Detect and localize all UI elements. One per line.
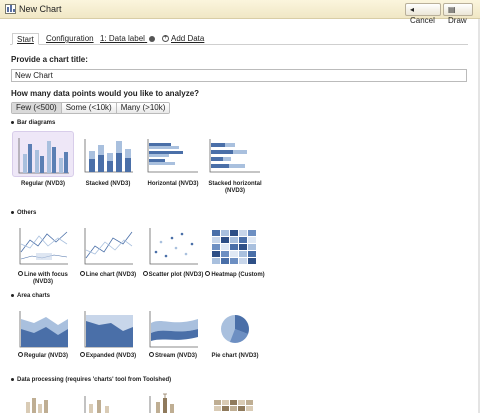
chart-option-processing-2[interactable] <box>77 392 139 413</box>
data-points-prompt: How many data points would you like to a… <box>11 89 200 98</box>
chart-option-line-with-focus[interactable]: Line with focus (NVD3) <box>12 222 74 290</box>
scatter-plot-thumbnail <box>142 222 204 268</box>
area-expanded-text: Expanded (NVD3) <box>85 353 137 360</box>
bar-stacked-horizontal-thumbnail <box>204 131 266 177</box>
section-data-processing-label: Data processing (requires 'charts' tool … <box>17 377 172 383</box>
chart-option-bar-stacked[interactable]: Stacked (NVD3) <box>77 131 139 193</box>
cancel-label: Cancel <box>410 16 435 25</box>
tab-data-label[interactable]: 1: Data label <box>96 33 159 45</box>
chart-option-processing-1[interactable] <box>12 392 74 413</box>
magnifier-icon <box>79 271 85 276</box>
window-title: New Chart <box>19 4 62 14</box>
chart-option-area-expanded[interactable]: Expanded (NVD3) <box>77 305 139 363</box>
chart-option-heatmap[interactable]: Heatmap (Custom) <box>204 222 266 290</box>
data-points-selector: Few (<500) Some (<10k) Many (>10k) <box>11 102 171 114</box>
line-chart-label: Line chart (NVD3) <box>73 271 143 279</box>
tab-bar: Start Configuration 1: Data label + Add D… <box>10 33 468 45</box>
tab-configuration-label: Configuration <box>46 34 94 43</box>
magnifier-icon <box>17 352 23 357</box>
section-area-charts-label: Area charts <box>17 293 51 299</box>
line-with-focus-label: Line with focus (NVD3) <box>8 271 78 286</box>
area-regular-text: Regular (NVD3) <box>23 353 68 360</box>
chart-option-processing-4[interactable] <box>204 392 266 413</box>
line-with-focus-text: Line with focus (NVD3) <box>24 272 68 286</box>
heatmap-thumbnail <box>204 222 266 268</box>
chart-option-area-stream[interactable]: Stream (NVD3) <box>142 305 204 363</box>
section-others: Others <box>11 210 36 216</box>
line-with-focus-thumbnail <box>12 222 74 268</box>
magnifier-icon <box>18 271 24 276</box>
bullet-icon <box>11 377 14 381</box>
area-regular-label: Regular (NVD3) <box>8 352 78 360</box>
section-others-label: Others <box>17 210 37 216</box>
pie-chart-thumbnail <box>204 305 266 351</box>
heatmap-text: Heatmap (Custom) <box>211 272 265 279</box>
area-stream-label: Stream (NVD3) <box>138 352 208 360</box>
chart-option-scatter-plot[interactable]: Scatter plot (NVD3) <box>142 222 204 290</box>
bullet-icon <box>11 210 14 214</box>
option-some[interactable]: Some (<10k) <box>61 103 117 113</box>
chart-option-pie-chart[interactable]: Pie chart (NVD3) <box>204 305 266 363</box>
section-area-charts: Area charts <box>11 293 50 299</box>
chart-title-prompt: Provide a chart title: <box>11 55 88 64</box>
chart-option-bar-stacked-horizontal[interactable]: Stacked horizontal (NVD3) <box>204 131 266 209</box>
chart-option-bar-horizontal[interactable]: Horizontal (NVD3) <box>142 131 204 193</box>
chart-option-processing-3[interactable] <box>142 392 204 413</box>
processing-4-thumbnail <box>214 400 253 411</box>
line-chart-text: Line chart (NVD3) <box>85 272 137 279</box>
magnifier-icon <box>79 352 85 357</box>
draw-label: Draw <box>448 16 467 25</box>
chart-option-bar-regular[interactable]: Regular (NVD3) <box>12 131 74 193</box>
chart-option-area-regular[interactable]: Regular (NVD3) <box>12 305 74 363</box>
tab-start-label: Start <box>17 35 34 44</box>
draw-button[interactable]: ▤ Draw <box>443 3 473 25</box>
bar-horizontal-thumbnail <box>142 131 204 177</box>
tab-add-data-label: Add Data <box>171 34 205 43</box>
processing-3-thumbnail <box>149 393 174 413</box>
bar-horizontal-label: Horizontal (NVD3) <box>147 181 199 187</box>
magnifier-icon <box>142 271 148 276</box>
bar-regular-thumbnail <box>12 131 74 177</box>
plus-icon: + <box>162 35 169 43</box>
bullet-icon <box>11 293 14 297</box>
tab-start[interactable]: Start <box>12 33 39 45</box>
bar-regular-label: Regular (NVD3) <box>20 181 65 187</box>
area-stream-thumbnail <box>142 305 204 351</box>
area-expanded-thumbnail <box>77 305 139 351</box>
area-expanded-label: Expanded (NVD3) <box>73 352 143 360</box>
pie-chart-label: Pie chart (NVD3) <box>211 353 259 359</box>
processing-1-thumbnail <box>26 398 48 413</box>
chart-title-input[interactable] <box>11 69 467 82</box>
magnifier-icon <box>205 271 211 276</box>
magnifier-icon <box>148 352 154 357</box>
bar-stacked-label: Stacked (NVD3) <box>85 181 131 187</box>
area-regular-thumbnail <box>12 305 74 351</box>
heatmap-label: Heatmap (Custom) <box>200 271 270 279</box>
window-titlebar: New Chart ◂ Cancel ▤ Draw <box>0 0 480 25</box>
scatter-plot-label: Scatter plot (NVD3) <box>138 271 208 279</box>
cancel-button[interactable]: ◂ Cancel <box>405 3 441 25</box>
area-stream-text: Stream (NVD3) <box>154 353 197 360</box>
tab-data-label-label: 1: Data label <box>100 34 145 43</box>
section-bar-diagrams-label: Bar diagrams <box>17 120 56 126</box>
chart-icon <box>5 4 16 14</box>
line-chart-thumbnail <box>77 222 139 268</box>
tab-configuration[interactable]: Configuration <box>42 33 98 45</box>
option-many[interactable]: Many (>10k) <box>116 103 170 113</box>
option-few[interactable]: Few (<500) <box>12 103 62 113</box>
bullet-icon <box>11 120 14 124</box>
section-bar-diagrams: Bar diagrams <box>11 120 55 126</box>
back-arrow-icon: ◂ <box>410 5 415 14</box>
chart-option-line-chart[interactable]: Line chart (NVD3) <box>77 222 139 290</box>
draw-icon: ▤ <box>448 5 456 14</box>
processing-2-thumbnail <box>84 396 109 413</box>
bar-stacked-horizontal-label: Stacked horizontal (NVD3) <box>208 181 262 194</box>
delete-icon[interactable] <box>149 35 156 42</box>
scatter-plot-text: Scatter plot (NVD3) <box>148 272 204 279</box>
section-data-processing: Data processing (requires 'charts' tool … <box>11 377 171 383</box>
tab-add-data[interactable]: + Add Data <box>158 33 208 45</box>
bar-stacked-thumbnail <box>77 131 139 177</box>
